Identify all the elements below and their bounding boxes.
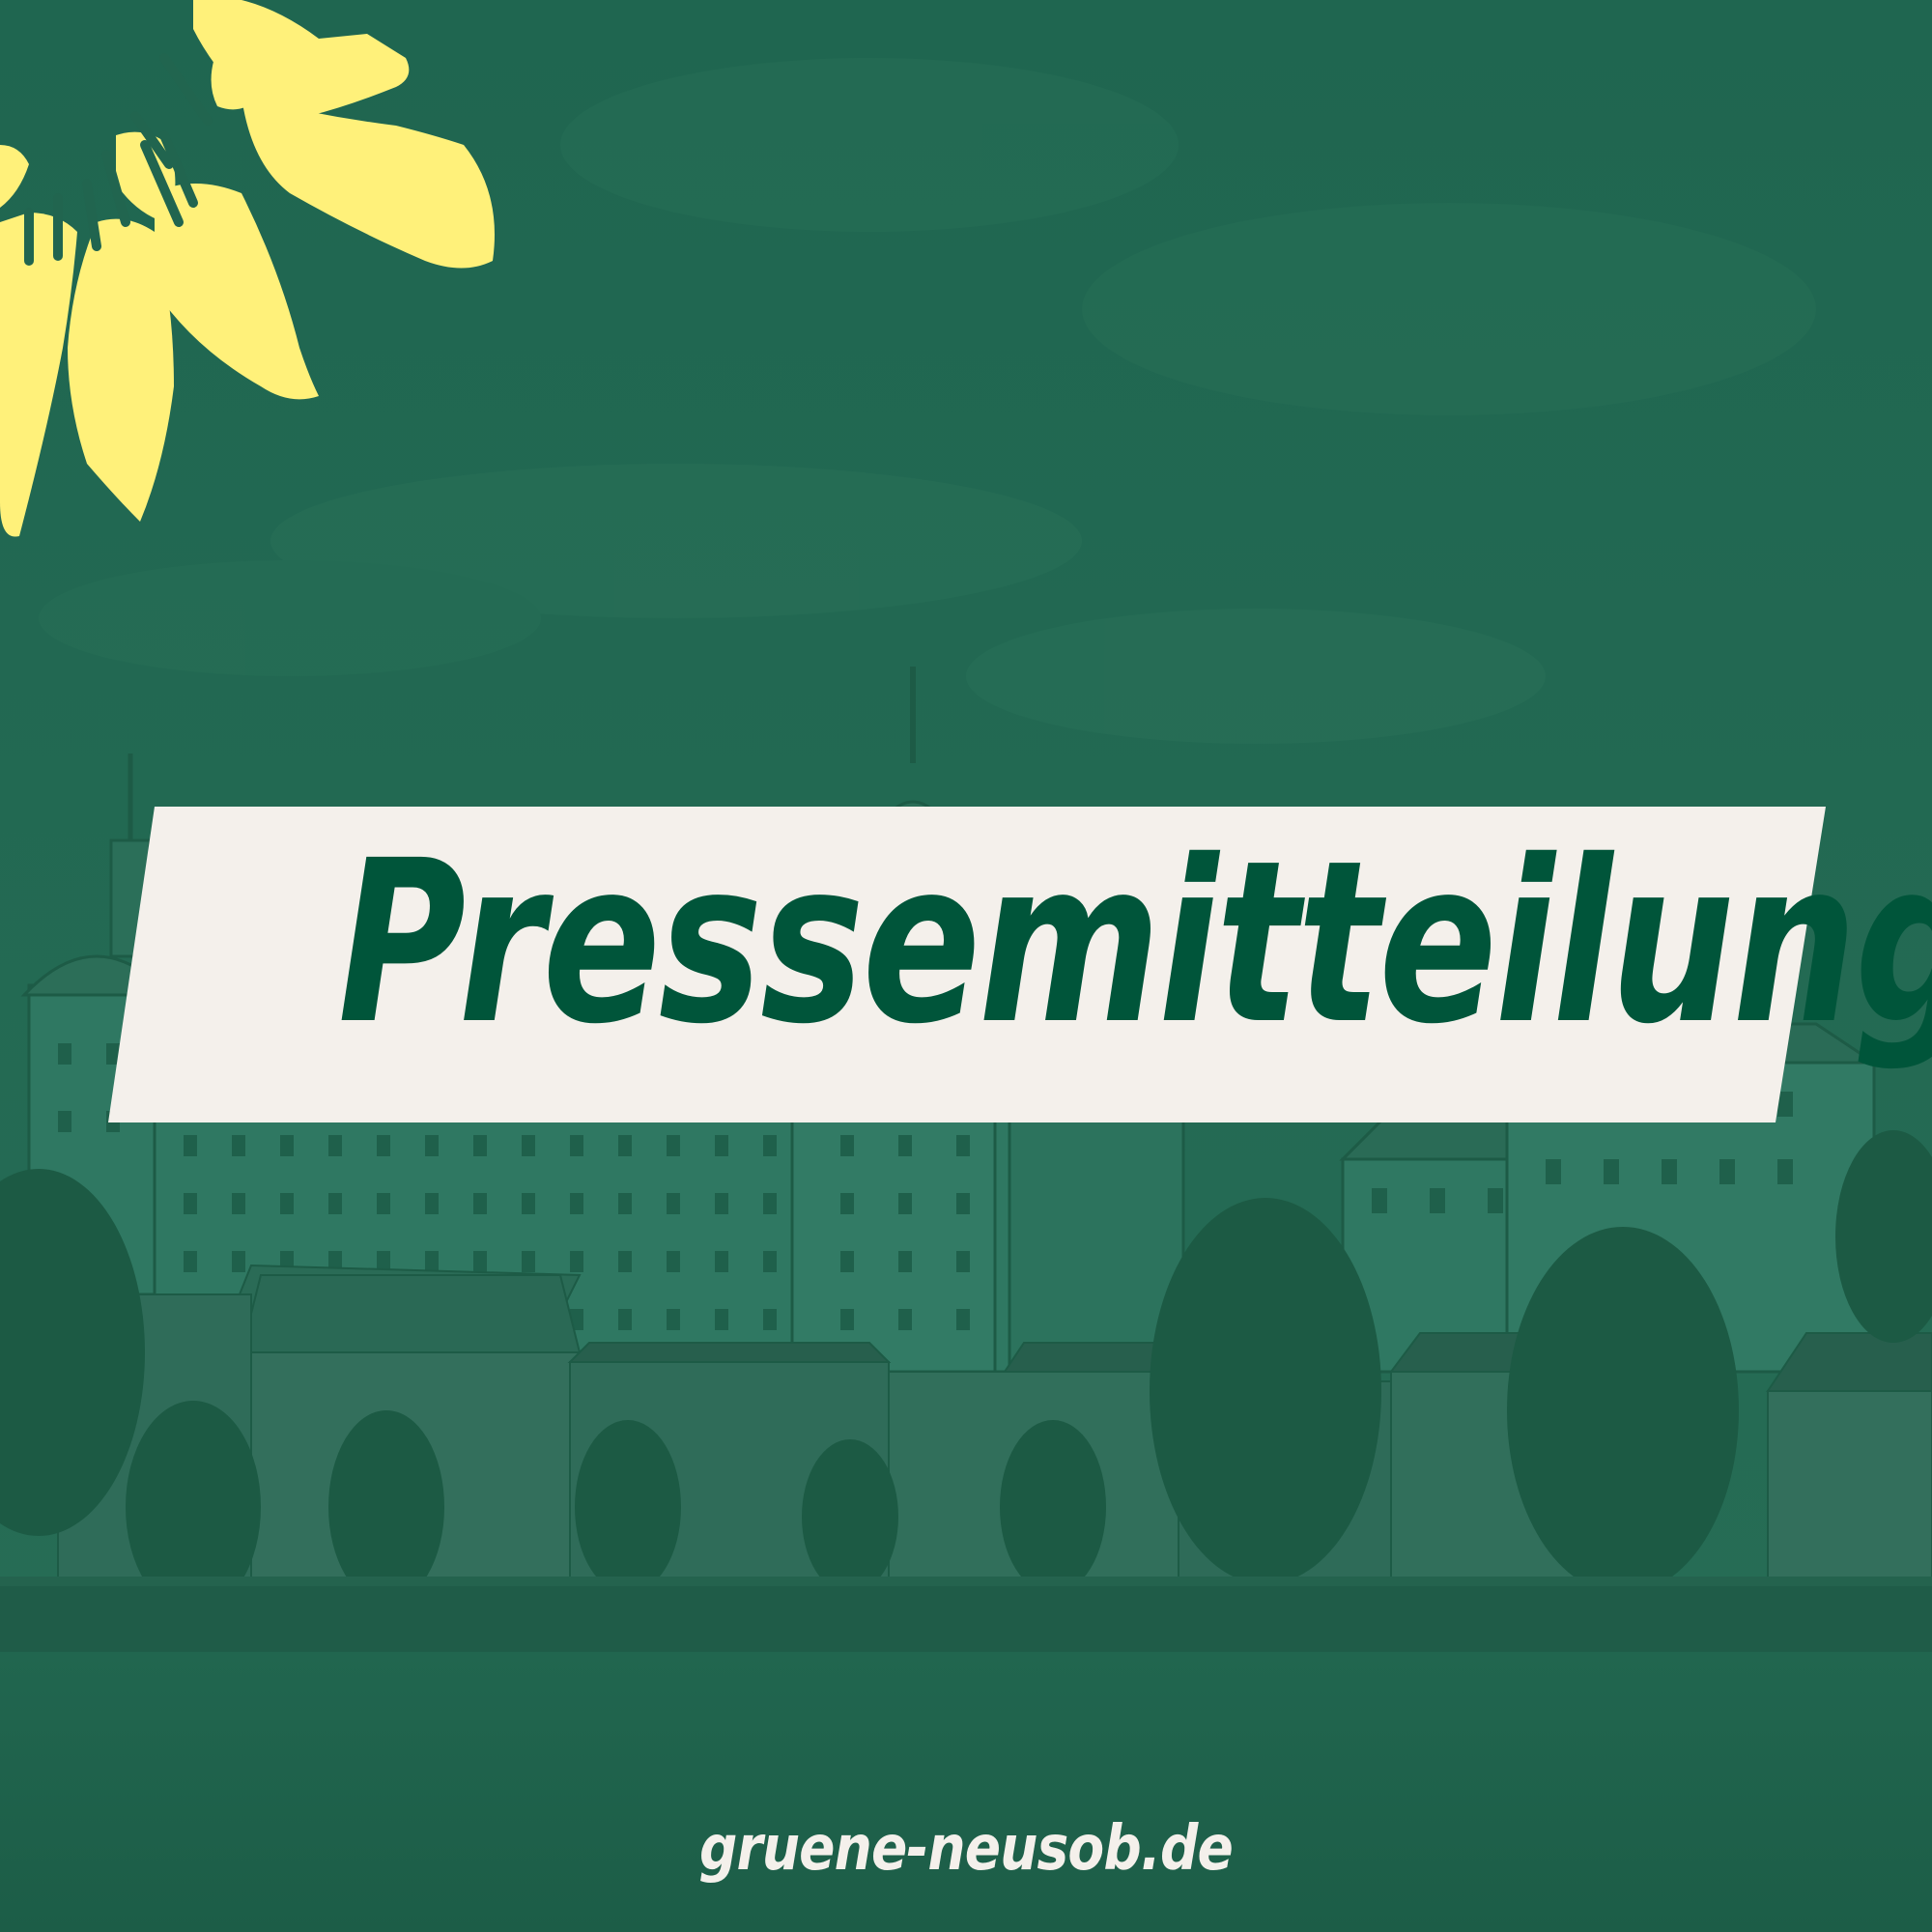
quay-wall (0, 1584, 1932, 1652)
sunflower-icon (0, 0, 495, 537)
page-title: Pressemitteilung (337, 812, 1932, 1073)
website-link[interactable]: gruene-neusob.de (135, 1818, 1797, 1880)
press-release-graphic: Pressemitteilung gruene-neusob.de (0, 0, 1932, 1932)
river (0, 1652, 1932, 1932)
